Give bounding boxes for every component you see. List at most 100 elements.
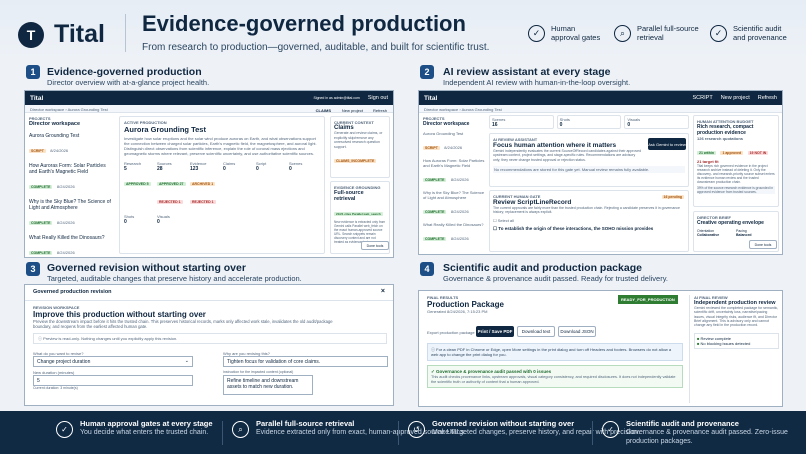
- section-title: Evidence-governed production: [47, 66, 202, 78]
- stat-tag: APPROVED 27: [157, 182, 186, 186]
- history-icon: ↺: [408, 421, 425, 438]
- context-tag: CLAIMS_INCOMPLETE: [334, 159, 377, 163]
- divider: [125, 14, 126, 52]
- status-badge: COMPLETE: [423, 210, 447, 214]
- stat-value: 0: [559, 122, 563, 128]
- download-text-button[interactable]: Download text: [517, 326, 555, 337]
- footer-title: Scientific audit and provenance: [626, 419, 739, 428]
- status-badge: COMPLETE: [29, 221, 53, 225]
- new-project-button[interactable]: New project: [721, 95, 750, 101]
- refresh-button[interactable]: Refresh: [373, 108, 387, 113]
- project-item[interactable]: Aurora Grounding Test SCRIPT 8/24/2026: [29, 133, 113, 157]
- stat-tag: APPROVED 5: [124, 182, 151, 186]
- select-all-label: Select all: [497, 217, 514, 223]
- search-icon: ⌕: [232, 421, 249, 438]
- workspace-title: Director workspace: [29, 121, 81, 127]
- project-title: Aurora Grounding Test: [29, 133, 80, 139]
- script-tab[interactable]: SCRIPT: [693, 95, 713, 101]
- download-json-button[interactable]: Download JSON: [558, 326, 596, 337]
- row-text: To establish the origin of these interac…: [498, 225, 654, 231]
- stat-card: Research 5 APPROVED 5: [124, 161, 155, 208]
- evidence-badge: 21/21 cites Parallel web_search: [334, 212, 383, 216]
- project-item[interactable]: Aurora Grounding Test SCRIPT 8/24/2026: [423, 131, 485, 154]
- preview-note: ⓘ Preview is read-only. Nothing changes …: [33, 333, 387, 344]
- reason-input[interactable]: Tighten focus for validation of core cla…: [223, 356, 388, 367]
- dialog-title: Governed production revision: [33, 289, 112, 295]
- breadcrumb-text: Director workspace › Aurora Grounding Te…: [30, 107, 108, 112]
- brand-name: Tital: [54, 20, 105, 48]
- revision-title: Improve this production without starting…: [33, 310, 206, 319]
- revision-type-select[interactable]: Change project duration ⌄: [33, 356, 193, 367]
- section-title: Governed revision without starting over: [47, 262, 246, 274]
- feature-line: Human: [551, 24, 576, 33]
- project-item[interactable]: How Auroras Form: Solar Particles and Ea…: [423, 158, 485, 186]
- ai-final-review: AI FINAL REVIEW Independent production r…: [689, 295, 779, 403]
- stat-value: 0: [256, 166, 259, 172]
- director-cell: Collaborative: [697, 233, 720, 237]
- ai-review-description: Gemini reviewed the completed package fo…: [694, 306, 779, 328]
- project-item[interactable]: How Auroras Form: Solar Particles and Ea…: [29, 163, 113, 193]
- generated-time: Generated 8/24/2026, 7:15:23 PM: [427, 309, 488, 314]
- ai-description: Gemini independently evaluates the curre…: [493, 149, 642, 162]
- section-number: 1: [26, 65, 40, 79]
- stat-tag: REJECTED 1: [190, 200, 216, 204]
- textarea-value: Refine timeline and downstream assets to…: [227, 378, 299, 390]
- instruction-textarea[interactable]: Refine timeline and downstream assets to…: [223, 375, 313, 395]
- project-title: What Really Killed the Dinosaurs?: [423, 222, 484, 227]
- project-sidebar: PROJECTS Director workspace Aurora Groun…: [29, 116, 113, 257]
- project-date: 8/24/2026: [444, 145, 463, 150]
- script-line-row[interactable]: ☐ To establish the origin of these inter…: [493, 226, 685, 232]
- director-title: Creative operating envelope: [697, 220, 764, 226]
- ai-note: No recommendations are stored for this g…: [493, 165, 685, 173]
- breadcrumb: Director workspace › Aurora Grounding Te…: [419, 105, 782, 113]
- signout-link[interactable]: Sign out: [368, 95, 388, 101]
- feature-line: approval gates: [551, 33, 601, 42]
- breadcrumb: Director workspace › Aurora Grounding Te…: [25, 105, 393, 113]
- stats-grid: Research 5 APPROVED 5 Sources 28 APPROVED 27…: [120, 159, 324, 210]
- status-badge: COMPLETE: [29, 251, 53, 255]
- project-date: 8/24/2026: [56, 250, 75, 255]
- project-item[interactable]: Why is the Sky Blue? The Science of Ligh…: [423, 190, 485, 218]
- project-item[interactable]: What Really Killed the Dinosaurs? COMPLE…: [29, 235, 113, 257]
- select-all[interactable]: ☐ Select all: [493, 218, 685, 223]
- workspace-title: Director workspace: [423, 121, 470, 127]
- project-date: 8/24/2026: [56, 220, 75, 225]
- revision-workspace: REVISION WORKSPACE Improve this producti…: [33, 305, 387, 344]
- footer-desc: Governance & provenance audit passed. Ze…: [626, 429, 788, 445]
- page-subtitle: From research to production—governed, au…: [142, 42, 490, 53]
- stat-card: Shots 0: [556, 115, 622, 129]
- done-tools-button[interactable]: Done tools: [749, 240, 777, 249]
- duration-input[interactable]: 5: [33, 375, 193, 386]
- done-tools-button[interactable]: Done tools: [361, 241, 389, 250]
- evidence-title: Full-source retrieval: [334, 190, 364, 202]
- stat-value: 0: [289, 166, 292, 172]
- close-icon[interactable]: ×: [381, 288, 385, 295]
- check-row: ■ No blocking issues detected: [697, 341, 776, 346]
- context-description: Generate and review claims, or explicitl…: [334, 131, 383, 149]
- print-pdf-button[interactable]: Print / Save PDF: [476, 326, 514, 337]
- claims-tab[interactable]: CLAIMS: [316, 108, 331, 113]
- project-date: 8/24/2026: [450, 177, 469, 182]
- new-project-button[interactable]: New project: [342, 108, 363, 113]
- project-item[interactable]: What Really Killed the Dinosaurs? COMPLET…: [423, 222, 485, 245]
- refresh-button[interactable]: Refresh: [758, 95, 777, 101]
- ready-badge: READY_FOR_PRODUCTION: [618, 295, 678, 304]
- input-value: 5: [37, 378, 40, 384]
- preview-note-text: Preview is read-only. Nothing changes un…: [43, 336, 178, 341]
- logo-mark: T: [18, 21, 44, 48]
- revision-form-left: What do you want to revise? Change proje…: [33, 351, 193, 391]
- print-tip: ⓘ For a clean PDF in Chrome or Edge, ope…: [427, 343, 683, 361]
- ask-gemini-button[interactable]: Ask Gemini to review: [648, 138, 686, 150]
- feature-human-approval: ✓ Human approval gates: [528, 24, 600, 42]
- ai-review-panel: AI REVIEW ASSISTANT Focus human attentio…: [489, 133, 689, 187]
- section-title: Scientific audit and production package: [443, 262, 642, 274]
- status-badge: COMPLETE: [423, 178, 447, 182]
- stat-value: 0: [223, 166, 226, 172]
- stat-card: Visuals 0: [157, 214, 188, 225]
- project-item[interactable]: Why is the Sky Blue? The Science of Ligh…: [29, 199, 113, 229]
- stat-value: 0: [627, 122, 631, 128]
- budget-title: Rich research, compact production eviden…: [697, 124, 754, 136]
- section-number: 3: [26, 262, 40, 276]
- section-subtitle: Director overview with at-a-glance proje…: [47, 78, 210, 87]
- app-name: Tital: [424, 94, 438, 102]
